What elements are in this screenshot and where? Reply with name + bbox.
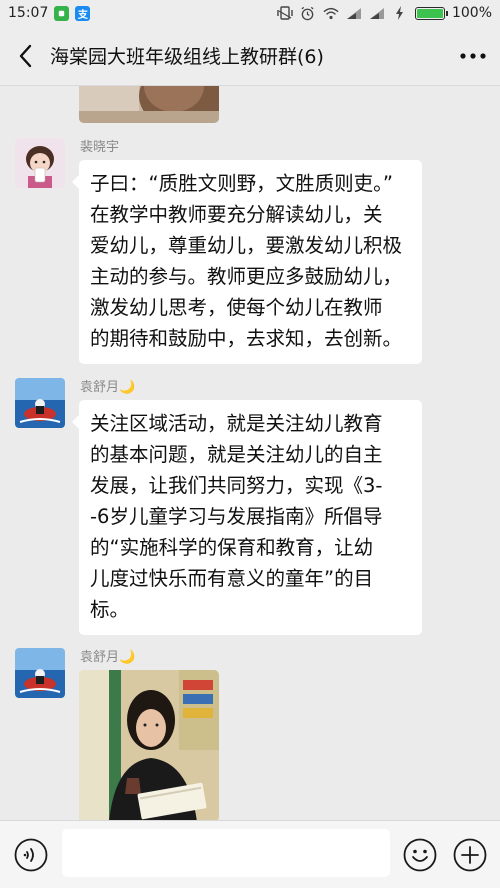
charging-icon xyxy=(392,6,408,20)
voice-button[interactable] xyxy=(14,838,48,872)
signal-icon-2 xyxy=(369,6,385,20)
message-line: 的“实施科学的保育和教育，让幼 xyxy=(90,536,374,559)
message-line: 主动的参与。教师更应多鼓励幼儿， xyxy=(90,265,403,288)
partial-photo[interactable] xyxy=(79,86,219,123)
title-bar: 海棠园大班年级组线上教研群(6) xyxy=(0,26,500,86)
status-time: 15:07 xyxy=(8,5,49,21)
message-line: 的期待和鼓励中，去求知，去创新。 xyxy=(90,327,403,350)
more-button[interactable] xyxy=(446,26,500,86)
battery-indicator xyxy=(414,6,448,20)
message-bubble[interactable]: 关注区域活动，就是关注幼儿教育 的基本问题，就是关注幼儿的自主 发展，让我们共同… xyxy=(72,400,422,635)
emoji-button[interactable] xyxy=(403,838,437,872)
message-input[interactable] xyxy=(62,829,390,877)
message-bubble[interactable]: 子曰：“质胜文则野，文胜质则吏。” 在教学中教师要充分解读幼儿，关 爱幼儿，尊重… xyxy=(72,160,422,364)
message-line: 爱幼儿，尊重幼儿，要激发幼儿积极 xyxy=(90,234,403,257)
sender-name: 袁舒月🌙 xyxy=(80,650,136,665)
chat-area[interactable]: 裴晓宇 子曰：“质胜文则野，文胜质则吏。” 在教学中教师要充分解读幼儿，关 爱幼… xyxy=(0,86,500,820)
plus-button[interactable] xyxy=(453,838,487,872)
alipay-icon: 支 xyxy=(75,5,91,21)
sea-motorbike-avatar[interactable] xyxy=(15,648,65,698)
message-line: 儿度过快乐而有意义的童年”的目 xyxy=(90,567,374,590)
woman-reading-book-photo[interactable] xyxy=(79,670,219,820)
back-button[interactable] xyxy=(0,26,50,86)
message-line: 发展，让我们共同努力，实现《3- xyxy=(90,474,383,497)
signal-icon xyxy=(346,6,362,20)
message-line: 标。 xyxy=(90,598,130,621)
status-bar: 15:07 支 100% xyxy=(0,0,500,26)
sea-motorbike-avatar[interactable] xyxy=(15,378,65,428)
sender-name: 裴晓宇 xyxy=(80,140,120,155)
chat-app-icon xyxy=(54,5,70,21)
input-bar xyxy=(0,820,500,888)
sender-name: 袁舒月🌙 xyxy=(80,380,136,395)
chevron-left-icon xyxy=(19,44,32,67)
message-line: 的基本问题，就是关注幼儿的自主 xyxy=(90,443,383,466)
message-line: 激发幼儿思考，使每个幼儿在教师 xyxy=(90,296,383,319)
battery-fill xyxy=(416,8,443,18)
wifi-icon xyxy=(323,6,339,20)
emoji-icon xyxy=(403,838,437,872)
message-line: 关注区域活动，就是关注幼儿教育 xyxy=(90,412,383,435)
plus-icon xyxy=(453,838,487,872)
vibrate-icon xyxy=(277,6,293,20)
status-left: 15:07 支 xyxy=(8,5,91,21)
battery-percent: 100% xyxy=(451,5,492,21)
alarm-icon xyxy=(300,6,316,20)
status-right: 100% xyxy=(277,5,492,21)
girl-with-cup-avatar[interactable] xyxy=(15,138,65,188)
chat-title: 海棠园大班年级组线上教研群(6) xyxy=(50,46,324,68)
voice-icon xyxy=(14,838,48,872)
message-line: 在教学中教师要充分解读幼儿，关 xyxy=(90,203,383,226)
more-dots-icon xyxy=(460,52,486,59)
message-line: -6岁儿童学习与发展指南》所倡导 xyxy=(90,505,383,528)
message-line: 子曰：“质胜文则野，文胜质则吏。” xyxy=(90,172,393,195)
